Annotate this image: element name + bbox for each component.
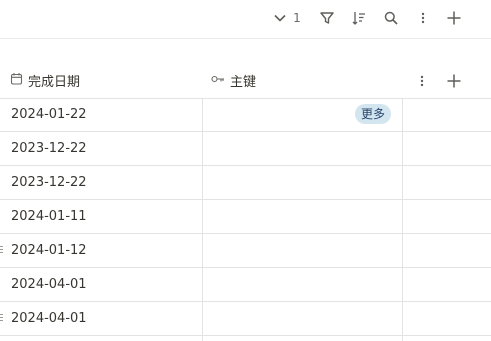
date-cell[interactable]: 2023-12-22	[11, 132, 87, 165]
column-label: 完成日期	[28, 75, 81, 90]
sort-icon[interactable]	[349, 8, 369, 28]
key-icon	[211, 73, 230, 88]
table-row[interactable]: 2023-12-22	[0, 166, 491, 200]
table-row[interactable]: 2024-04-01	[0, 268, 491, 302]
date-cell[interactable]: 2024-04-01	[11, 302, 87, 335]
column-options-icon[interactable]	[420, 63, 429, 98]
column-header-completion-date[interactable]: 完成日期	[10, 63, 80, 98]
calendar-icon	[10, 72, 28, 89]
add-icon[interactable]	[444, 8, 464, 28]
date-cell[interactable]: 2024-01-12	[11, 234, 87, 267]
more-icon[interactable]	[415, 8, 431, 28]
date-cell[interactable]: 2024-01-11	[11, 200, 87, 233]
table-row[interactable]: 2024-01-11	[0, 200, 491, 234]
column-header-primary-key[interactable]: 主键	[211, 63, 256, 98]
add-column-icon[interactable]	[446, 63, 467, 98]
search-icon[interactable]	[381, 8, 401, 28]
table-row[interactable]: 2023-12-22	[0, 132, 491, 166]
date-cell[interactable]: 2023-12-22	[11, 166, 87, 199]
column-label: 主键	[230, 75, 257, 90]
tag-more[interactable]: 更多	[355, 104, 392, 124]
table-row[interactable]: 2024-01-12	[0, 234, 491, 268]
table-body: 2024-01-22 更多 2023-12-22 2023-12-22 2024…	[0, 98, 491, 336]
filter-count: 1	[293, 11, 301, 25]
row-drag-handle[interactable]	[0, 314, 3, 323]
table-header: 完成日期 主键	[0, 63, 491, 99]
date-cell[interactable]: 2024-01-22	[11, 98, 87, 131]
filter-icon[interactable]	[317, 8, 337, 28]
table-row[interactable]: 2024-01-22 更多	[0, 98, 491, 132]
chevron-down-icon[interactable]	[271, 8, 289, 28]
view-toolbar: 1	[0, 0, 491, 39]
table-row[interactable]: 2024-04-01	[0, 302, 491, 336]
row-drag-handle[interactable]	[0, 246, 3, 255]
date-cell[interactable]: 2024-04-01	[11, 268, 87, 301]
